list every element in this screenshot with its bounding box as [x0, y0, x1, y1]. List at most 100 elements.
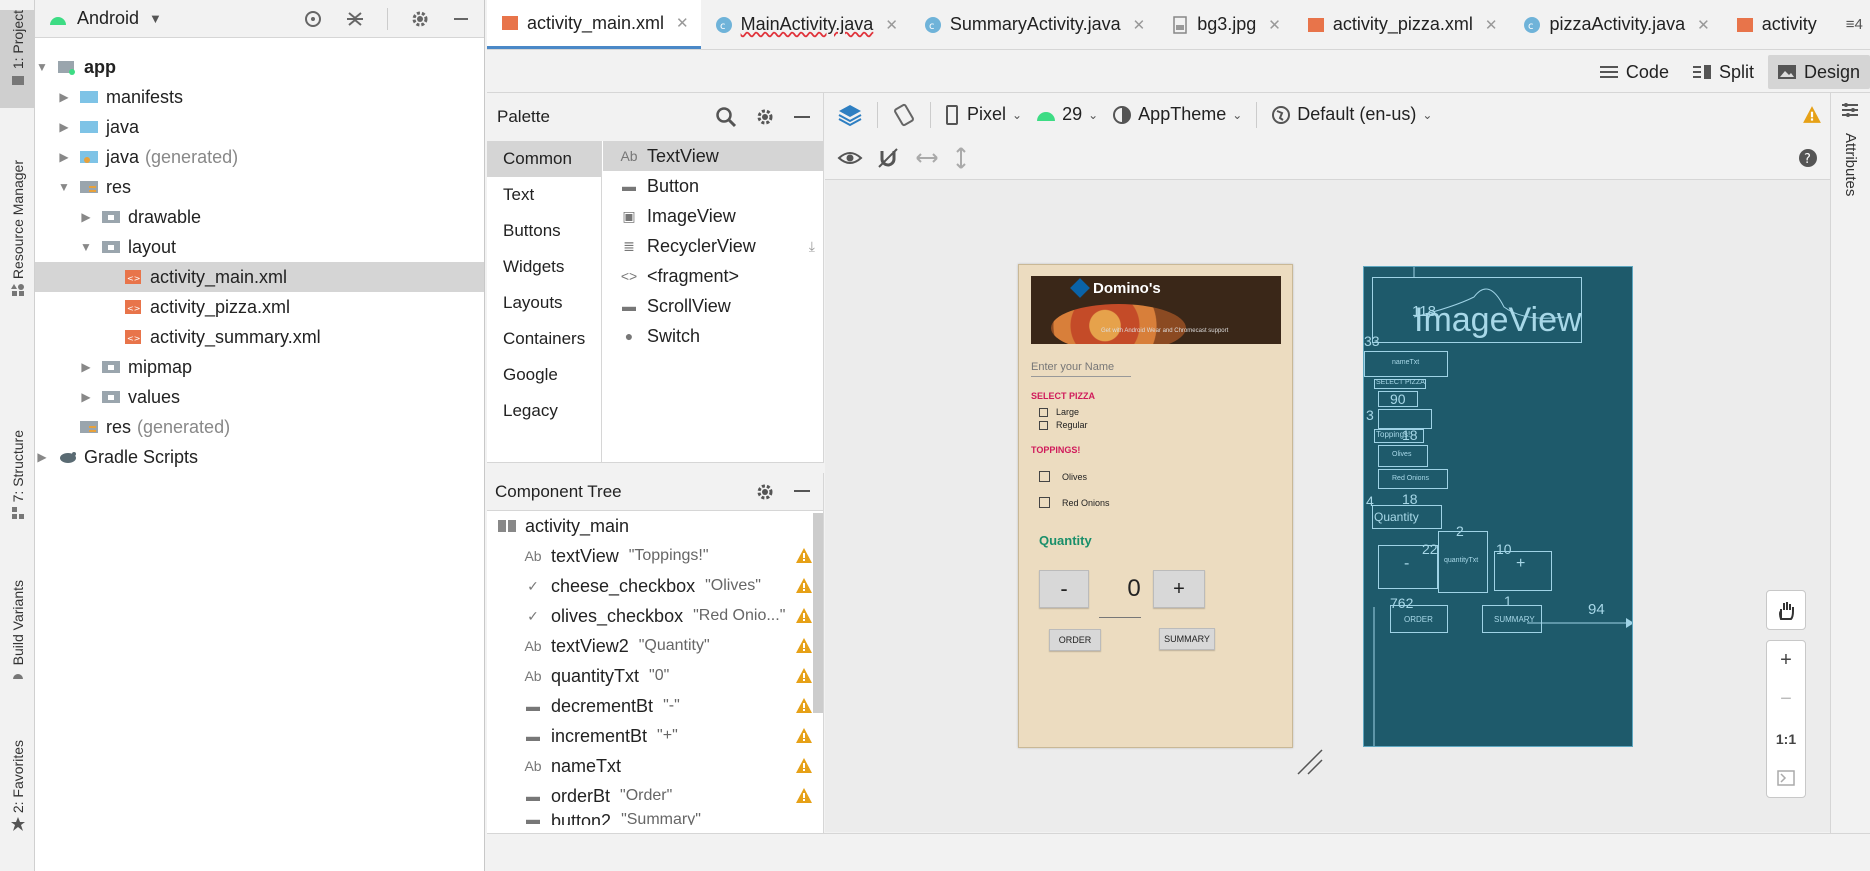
rotate-device-icon[interactable]	[892, 103, 916, 127]
palette-item-button[interactable]: ▬ Button	[603, 171, 823, 201]
minimize-icon[interactable]	[793, 108, 811, 126]
component-row[interactable]: Ab textView "Toppings!"	[487, 541, 823, 571]
increment-button[interactable]: +	[1153, 570, 1205, 608]
warning-icon[interactable]	[795, 547, 813, 564]
close-icon[interactable]: ✕	[1697, 16, 1710, 34]
theme-selector[interactable]: AppTheme ⌄	[1112, 104, 1242, 125]
blueprint-regular[interactable]	[1378, 409, 1432, 429]
tree-item-activity-main[interactable]: <> activity_main.xml	[35, 262, 484, 292]
expand-arrow-icon[interactable]: ▶	[57, 90, 71, 104]
palette-category[interactable]: Google	[487, 357, 601, 393]
zoom-in-button[interactable]: +	[1767, 641, 1805, 680]
pan-button[interactable]	[1766, 590, 1806, 630]
tool-tab-project[interactable]: 1: Project	[0, 10, 35, 108]
split-view-button[interactable]: Split	[1683, 55, 1764, 89]
tool-tab-favorites[interactable]: 2: Favorites	[0, 740, 35, 855]
zoom-actual-size-button[interactable]: 1:1	[1767, 719, 1805, 758]
expand-arrow-icon[interactable]: ▶	[57, 150, 71, 164]
palette-category[interactable]: Text	[487, 177, 601, 213]
api-selector[interactable]: 29 ⌄	[1036, 104, 1098, 125]
name-input[interactable]: Enter your Name	[1031, 361, 1131, 377]
expand-arrow-icon[interactable]: ▼	[35, 60, 49, 74]
tool-tab-structure[interactable]: 7: Structure	[0, 430, 35, 542]
component-row[interactable]: ✓ cheese_checkbox "Olives"	[487, 571, 823, 601]
palette-item-recyclerview[interactable]: ≣ RecyclerView ⤓	[603, 231, 823, 261]
horizontal-expand-icon[interactable]	[915, 150, 939, 166]
layers-icon[interactable]	[837, 102, 863, 128]
eye-icon[interactable]	[837, 148, 863, 168]
tree-item-layout[interactable]: ▼ layout	[35, 232, 484, 262]
olives-checkbox[interactable]: Olives	[1039, 471, 1087, 482]
component-row[interactable]: ✓ olives_checkbox "Red Onio..."	[487, 601, 823, 631]
warning-icon[interactable]	[1802, 105, 1822, 124]
palette-item-imageview[interactable]: ▣ ImageView	[603, 201, 823, 231]
tree-item-drawable[interactable]: ▶ drawable	[35, 202, 484, 232]
expand-arrow-icon[interactable]: ▶	[35, 450, 49, 464]
attributes-icon[interactable]	[1841, 101, 1859, 119]
tree-item-activity-summary[interactable]: <> activity_summary.xml	[35, 322, 484, 352]
gear-icon[interactable]	[755, 107, 775, 127]
tree-item-res-generated[interactable]: res (generated)	[35, 412, 484, 442]
tree-item-gradle-scripts[interactable]: ▶ Gradle Scripts	[35, 442, 484, 472]
project-view-selector[interactable]: Android	[77, 8, 139, 29]
resize-handle-icon[interactable]	[1296, 748, 1324, 776]
tree-item-java-generated[interactable]: ▶ java (generated)	[35, 142, 484, 172]
locale-selector[interactable]: Default (en-us) ⌄	[1271, 104, 1432, 125]
close-icon[interactable]: ✕	[1485, 16, 1498, 34]
component-row[interactable]: ▬ decrementBt "-"	[487, 691, 823, 721]
help-icon[interactable]: ?	[1798, 148, 1818, 168]
large-checkbox[interactable]: Large	[1039, 407, 1079, 417]
blueprint-preview[interactable]: ImageView 118 33 nameTxt SELECT PIZZA 90…	[1363, 266, 1633, 747]
minimize-icon[interactable]	[793, 482, 811, 500]
tree-item-activity-pizza[interactable]: <> activity_pizza.xml	[35, 292, 484, 322]
zoom-out-button[interactable]: −	[1767, 680, 1805, 719]
palette-category[interactable]: Widgets	[487, 249, 601, 285]
palette-category[interactable]: Layouts	[487, 285, 601, 321]
tree-item-java[interactable]: ▶ java	[35, 112, 484, 142]
gear-icon[interactable]	[410, 9, 430, 29]
warning-icon[interactable]	[795, 757, 813, 774]
download-icon[interactable]: ⤓	[809, 238, 815, 255]
warning-icon[interactable]	[795, 787, 813, 804]
vertical-expand-icon[interactable]	[953, 146, 969, 170]
expand-arrow-icon[interactable]: ▼	[57, 180, 71, 194]
magnet-off-icon[interactable]	[877, 147, 899, 169]
warning-icon[interactable]	[795, 727, 813, 744]
tree-item-mipmap[interactable]: ▶ mipmap	[35, 352, 484, 382]
palette-item-textview[interactable]: Ab TextView	[603, 141, 823, 171]
close-icon[interactable]: ✕	[676, 14, 689, 32]
tab-overflow-button[interactable]: ≡4	[1840, 0, 1869, 49]
palette-item-scrollview[interactable]: ▬ ScrollView	[603, 291, 823, 321]
summary-button[interactable]: SUMMARY	[1159, 628, 1215, 650]
order-button[interactable]: ORDER	[1049, 629, 1101, 651]
palette-item-switch[interactable]: ● Switch	[603, 321, 823, 351]
close-icon[interactable]: ✕	[1133, 16, 1146, 34]
tab-activity-main-xml[interactable]: activity_main.xml ✕	[487, 0, 701, 49]
palette-category[interactable]: Legacy	[487, 393, 601, 429]
attributes-tab[interactable]: Attributes	[1842, 133, 1859, 196]
palette-category[interactable]: Buttons	[487, 213, 601, 249]
component-row[interactable]: ▬ orderBt "Order"	[487, 781, 823, 811]
tree-item-values[interactable]: ▶ values	[35, 382, 484, 412]
collapse-all-icon[interactable]	[345, 9, 365, 29]
tree-item-app[interactable]: ▼ app	[35, 52, 484, 82]
palette-category[interactable]: Containers	[487, 321, 601, 357]
warning-icon[interactable]	[795, 577, 813, 594]
palette-category[interactable]: Common	[487, 141, 601, 177]
warning-icon[interactable]	[795, 697, 813, 714]
tab-pizza-activity-java[interactable]: c pizzaActivity.java ✕	[1509, 0, 1721, 49]
expand-arrow-icon[interactable]: ▼	[79, 240, 93, 254]
locate-icon[interactable]	[303, 9, 323, 29]
expand-arrow-icon[interactable]: ▶	[79, 360, 93, 374]
expand-arrow-icon[interactable]: ▶	[57, 120, 71, 134]
gear-icon[interactable]	[755, 482, 775, 502]
red-onions-checkbox[interactable]: Red Onions	[1039, 497, 1110, 508]
phone-preview[interactable]: Domino's Get with Android Wear and Chrom…	[1018, 264, 1293, 748]
design-surface[interactable]	[825, 180, 1830, 832]
device-selector[interactable]: Pixel ⌄	[945, 104, 1022, 125]
tool-tab-resource-manager[interactable]: Resource Manager	[0, 160, 35, 330]
expand-arrow-icon[interactable]: ▶	[79, 210, 93, 224]
tree-item-res[interactable]: ▼ res	[35, 172, 484, 202]
warning-icon[interactable]	[795, 637, 813, 654]
warning-icon[interactable]	[795, 607, 813, 624]
